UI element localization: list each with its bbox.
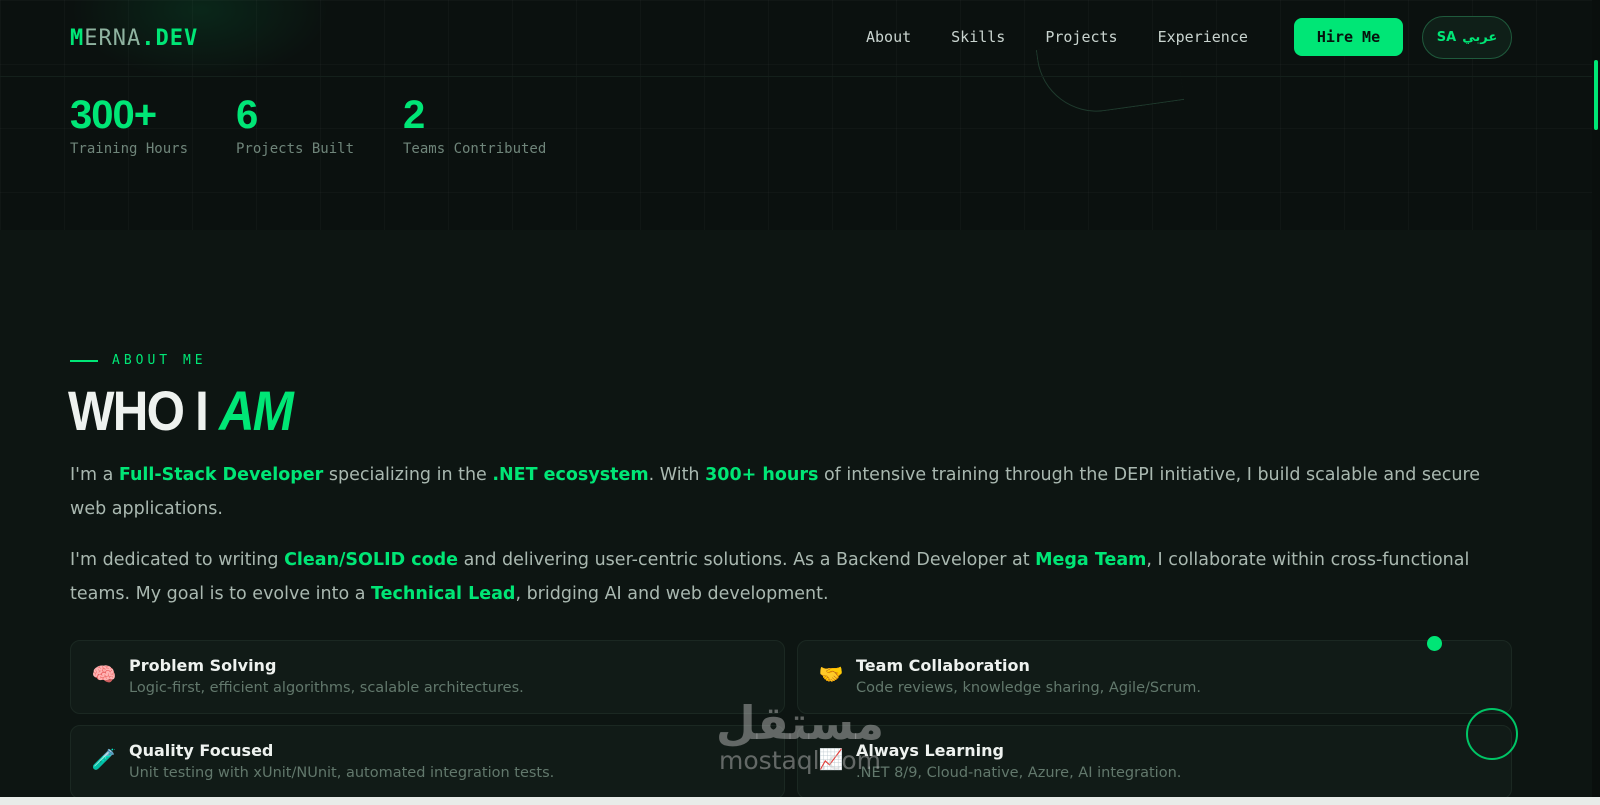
nav-link-about[interactable]: About (866, 28, 911, 46)
decorative-dot (1427, 636, 1442, 651)
language-label: عربي (1462, 30, 1498, 45)
text: I'm dedicated to writing (70, 550, 285, 570)
stat-value: 6 (236, 93, 258, 137)
card-title: Quality Focused (129, 741, 274, 760)
stat-projects-built: 6 Projects Built (236, 93, 354, 157)
handshake-icon: 🤝 (818, 662, 844, 686)
card-title: Problem Solving (129, 656, 277, 675)
text: specializing in the (323, 465, 493, 485)
nav-link-projects[interactable]: Projects (1045, 28, 1117, 46)
section-title: WHO I AM (68, 378, 294, 443)
card-title: Always Learning (856, 741, 1004, 760)
cursor-ring (1466, 708, 1518, 760)
stat-label: Training Hours (70, 141, 189, 157)
test-tube-icon: 🧪 (91, 747, 117, 771)
logo-suffix: DEV (155, 26, 199, 51)
text: , bridging AI and web development. (515, 584, 829, 604)
title-main: WHO I (68, 379, 219, 442)
highlight: Clean/SOLID code (284, 550, 458, 570)
brain-icon: 🧠 (91, 662, 117, 686)
text: and delivering user-centric solutions. A… (458, 550, 1036, 570)
logo-name: ERNA (84, 26, 142, 51)
stat-value: 2 (403, 93, 425, 137)
highlight: Mega Team (1035, 550, 1147, 570)
hire-me-button[interactable]: Hire Me (1294, 18, 1403, 56)
site-logo[interactable]: MERNA.DEV (70, 26, 198, 51)
card-description: Unit testing with xUnit/NUnit, automated… (129, 765, 555, 781)
stat-label: Projects Built (236, 141, 355, 157)
chart-up-icon: 📈 (818, 747, 844, 771)
tag-line (70, 359, 98, 362)
text: . With (648, 465, 706, 485)
stat-training-hours: 300+ Training Hours (70, 93, 188, 157)
logo-dot: . (141, 26, 156, 51)
card-team-collaboration[interactable]: 🤝 Team Collaboration Code reviews, knowl… (797, 640, 1512, 714)
about-paragraph-1: I'm a Full-Stack Developer specializing … (70, 458, 1510, 526)
highlight: .NET ecosystem (492, 465, 649, 485)
language-toggle-button[interactable]: SA عربي (1422, 16, 1512, 59)
scrollbar-thumb[interactable] (1594, 60, 1598, 130)
card-description: Logic-first, efficient algorithms, scala… (129, 680, 524, 696)
section-tag: ABOUT ME (70, 353, 207, 368)
stat-label: Teams Contributed (403, 141, 547, 157)
highlight: 300+ hours (705, 465, 819, 485)
text: I'm a (70, 465, 119, 485)
navbar: MERNA.DEV About Skills Projects Experien… (0, 0, 1592, 77)
bottom-bar (0, 797, 1600, 805)
about-paragraph-2: I'm dedicated to writing Clean/SOLID cod… (70, 543, 1510, 611)
highlight: Technical Lead (371, 584, 516, 604)
card-description: Code reviews, knowledge sharing, Agile/S… (856, 680, 1201, 696)
nav-link-skills[interactable]: Skills (951, 28, 1005, 46)
stat-value: 300+ (70, 93, 157, 137)
card-quality-focused[interactable]: 🧪 Quality Focused Unit testing with xUni… (70, 725, 785, 799)
section-tag-text: ABOUT ME (112, 353, 207, 368)
highlight: Full-Stack Developer (118, 465, 324, 485)
stat-teams-contributed: 2 Teams Contributed (403, 93, 546, 157)
nav-links: About Skills Projects Experience (866, 28, 1288, 46)
language-code: SA (1436, 30, 1457, 45)
card-always-learning[interactable]: 📈 Always Learning .NET 8/9, Cloud-native… (797, 725, 1512, 799)
logo-initial: M (70, 26, 85, 51)
card-problem-solving[interactable]: 🧠 Problem Solving Logic-first, efficient… (70, 640, 785, 714)
nav-link-experience[interactable]: Experience (1158, 28, 1248, 46)
title-accent: AM (218, 379, 294, 442)
card-description: .NET 8/9, Cloud-native, Azure, AI integr… (856, 765, 1182, 781)
card-title: Team Collaboration (856, 656, 1030, 675)
